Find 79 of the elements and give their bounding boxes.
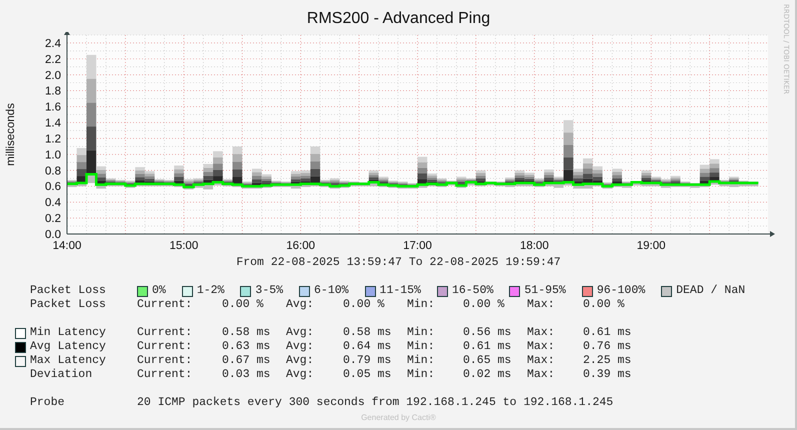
y-tick-label: 2.2 <box>45 54 61 66</box>
x-tick-label: 16:00 <box>286 240 316 252</box>
stat-name: Max: <box>527 340 556 354</box>
stat-name: Max: <box>527 368 556 382</box>
stat-name: Avg: <box>286 326 315 340</box>
stat-value: 0.76 ms <box>583 340 632 354</box>
legend-text: 16-50% <box>452 284 494 298</box>
stat-value: 0.61 ms <box>463 340 512 354</box>
stat-name: Avg: <box>286 368 315 382</box>
stat-value: 2.25 ms <box>583 354 632 368</box>
stat-name: Current: <box>137 340 194 354</box>
stat-value: 0.56 ms <box>463 326 512 340</box>
x-tick-label: 14:00 <box>52 240 82 252</box>
y-tick-label: 1.8 <box>45 86 61 98</box>
stat-value: 0.39 ms <box>583 368 632 382</box>
y-tick-label: 2.0 <box>45 70 61 82</box>
x-tick-label: 18:00 <box>520 240 549 252</box>
stat-name: Min: <box>407 298 436 312</box>
y-tick-label: 2.4 <box>45 38 61 50</box>
probe-text: 20 ICMP packets every 300 seconds from 192.168.1.245 to 192.168.1.245 <box>137 396 614 410</box>
y-tick-label: 0.8 <box>45 165 61 178</box>
stat-value: 0.58 ms <box>343 326 392 340</box>
y-tick-label: 0.0 <box>45 229 61 241</box>
x-tick-label: 19:00 <box>636 240 666 252</box>
stat-label: Max Latency <box>30 354 107 368</box>
x-tick-label: 15:00 <box>169 240 198 252</box>
stat-label: Deviation <box>30 368 94 382</box>
stat-name: Min: <box>407 340 436 354</box>
stat-name: Current: <box>137 326 194 340</box>
stat-value: 0.67 ms <box>222 354 272 368</box>
stat-label: Min Latency <box>30 326 107 340</box>
legend-text: 0% <box>152 284 166 298</box>
stat-value: 0.65 ms <box>463 354 512 368</box>
y-tick-label: 1.6 <box>45 102 61 114</box>
stat-value: 0.61 ms <box>583 326 632 340</box>
legend-text: 11-15% <box>380 284 421 298</box>
y-tick-label: 0.2 <box>45 213 61 226</box>
stat-value: 0.03 ms <box>222 368 272 382</box>
legend-text: DEAD / NaN <box>676 284 746 298</box>
stat-value: 0.64 ms <box>343 340 392 354</box>
stat-value: 0.58 ms <box>222 326 272 340</box>
stat-name: Min: <box>407 368 436 382</box>
y-tick-label: 1.2 <box>45 133 61 146</box>
legend-text: 6-10% <box>314 284 349 298</box>
stat-name: Current: <box>137 298 194 312</box>
time-range: From 22-08-2025 13:59:47 To 22-08-2025 19:59:47 <box>235 256 562 270</box>
stat-value: 0.00 % <box>222 298 264 312</box>
stat-name: Current: <box>137 354 194 368</box>
graph-title: RMS200 - Advanced Ping <box>306 9 492 29</box>
y-tick-label: 1.4 <box>45 118 61 130</box>
stat-value: 0.00 % <box>463 298 506 312</box>
legend-text: 1-2% <box>196 284 224 298</box>
stat-name: Current: <box>137 368 194 382</box>
stat-value: 0.79 ms <box>343 354 392 368</box>
stat-name: Max: <box>527 298 556 312</box>
stat-value: 0.02 ms <box>463 368 512 382</box>
stat-label: Avg Latency <box>30 340 107 354</box>
stat-name: Max: <box>527 326 556 340</box>
stat-name: Avg: <box>286 340 315 354</box>
y-tick-label: 1.0 <box>45 149 61 162</box>
legend-text: 51-95% <box>524 284 566 298</box>
probe-label: Probe <box>30 396 66 410</box>
stat-value: 0.00 % <box>343 298 386 312</box>
stat-name: Avg: <box>286 354 315 368</box>
legend-text: 96-100% <box>596 284 646 298</box>
stat-name: Min: <box>407 354 436 368</box>
y-tick-label: 0.6 <box>45 181 61 194</box>
y-tick-label: 0.4 <box>45 197 61 210</box>
x-tick-label: 17:00 <box>403 240 432 252</box>
stat-name: Max: <box>527 354 556 368</box>
legend-text: 3-5% <box>255 284 284 298</box>
stat-label: Packet Loss <box>30 298 107 312</box>
stat-value: 0.00 % <box>583 298 626 312</box>
legend-label: Packet Loss <box>30 284 107 298</box>
stat-value: 0.63 ms <box>222 340 272 354</box>
stat-name: Min: <box>407 326 436 340</box>
stat-value: 0.05 ms <box>343 368 392 382</box>
stat-name: Avg: <box>286 298 315 312</box>
y-axis-label: milliseconds <box>5 103 17 166</box>
